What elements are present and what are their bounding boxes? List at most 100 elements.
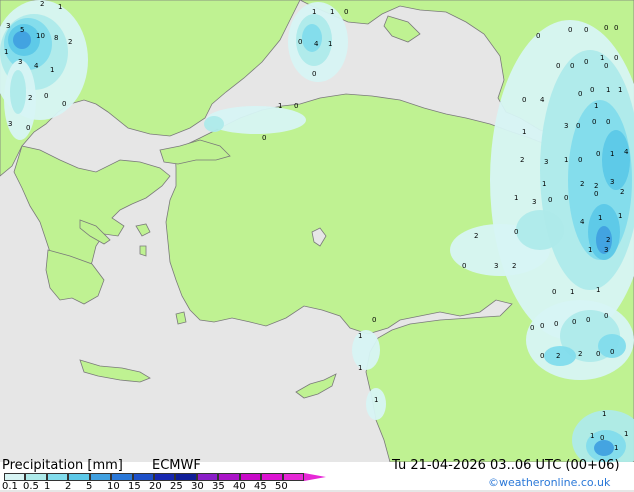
color-scale-tick-label: 30 bbox=[191, 481, 204, 492]
precip-value-label: 3 bbox=[544, 158, 548, 166]
color-scale-segment bbox=[239, 473, 262, 481]
precip-value-label: 2 bbox=[578, 350, 582, 358]
color-scale-tick-label: 45 bbox=[254, 481, 267, 492]
precip-value-label: 0 bbox=[312, 70, 316, 78]
precip-value-label: 1 bbox=[614, 444, 618, 452]
precip-value-label: 1 bbox=[328, 40, 332, 48]
precip-value-label: 0 bbox=[604, 312, 608, 320]
precip-value-label: 0 bbox=[372, 316, 376, 324]
precip-value-label: 0 bbox=[514, 228, 518, 236]
precip-value-label: 0 bbox=[604, 24, 608, 32]
precip-value-label: 1 bbox=[522, 128, 526, 136]
precip-area bbox=[352, 330, 380, 370]
precip-value-label: 1 bbox=[514, 194, 518, 202]
precip-value-label: 0 bbox=[572, 318, 576, 326]
color-scale-segment bbox=[68, 473, 90, 481]
precip-value-label: 1 bbox=[600, 54, 604, 62]
precip-value-label: 3 bbox=[532, 198, 536, 206]
color-scale-segment bbox=[89, 473, 112, 481]
precip-value-label: 4 bbox=[314, 40, 319, 48]
precip-value-label: 0 bbox=[578, 90, 582, 98]
precip-value-label: 0 bbox=[614, 24, 618, 32]
precip-area bbox=[516, 210, 564, 250]
precip-value-label: 2 bbox=[68, 38, 72, 46]
precip-value-label: 0 bbox=[298, 38, 302, 46]
precip-value-label: 1 bbox=[606, 86, 610, 94]
precip-value-label: 1 bbox=[358, 332, 362, 340]
precip-value-label: 0 bbox=[344, 8, 348, 16]
precip-value-label: 0 bbox=[548, 196, 552, 204]
precip-value-label: 0 bbox=[462, 262, 466, 270]
valid-datetime: Tu 21-04-2026 03..06 UTC (00+06) bbox=[392, 458, 620, 473]
precip-area bbox=[366, 388, 386, 420]
precip-value-label: 1 bbox=[358, 364, 362, 372]
precip-value-label: 1 bbox=[564, 156, 568, 164]
precip-value-label: 2 bbox=[620, 188, 624, 196]
precip-area bbox=[204, 116, 224, 132]
precip-value-label: 1 bbox=[594, 102, 598, 110]
precip-value-label: 0 bbox=[564, 194, 568, 202]
precip-area bbox=[602, 130, 630, 190]
credit-text: ©weatheronline.co.uk bbox=[488, 476, 611, 489]
precip-value-label: 4 bbox=[624, 148, 629, 156]
precip-value-label: 0 bbox=[522, 96, 526, 104]
precip-value-label: 1 bbox=[598, 214, 602, 222]
precip-value-label: 1 bbox=[618, 86, 622, 94]
model-name: ECMWF bbox=[152, 458, 201, 473]
color-scale-segment bbox=[175, 473, 197, 481]
color-scale-segment bbox=[25, 473, 47, 481]
precip-value-label: 3 bbox=[564, 122, 568, 130]
precip-value-label: 2 bbox=[512, 262, 516, 270]
precip-value-label: 0 bbox=[62, 100, 66, 108]
precip-value-label: 1 bbox=[610, 150, 614, 158]
precip-value-label: 1 bbox=[542, 180, 546, 188]
precip-value-label: 1 bbox=[590, 432, 594, 440]
color-scale-segment bbox=[132, 473, 154, 481]
precip-value-label: 0 bbox=[610, 348, 614, 356]
precip-value-label: 4 bbox=[34, 62, 39, 70]
precip-value-label: 2 bbox=[606, 236, 610, 244]
precip-value-label: 3 bbox=[18, 58, 22, 66]
precip-value-label: 2 bbox=[520, 156, 524, 164]
precip-value-label: 0 bbox=[584, 26, 588, 34]
precip-value-label: 0 bbox=[606, 118, 610, 126]
precip-value-label: 1 bbox=[312, 8, 316, 16]
color-scale-tick-label: 50 bbox=[275, 481, 288, 492]
precip-value-label: 0 bbox=[262, 134, 266, 142]
precip-value-label: 2 bbox=[594, 182, 598, 190]
color-scale-tick-label: 2 bbox=[65, 481, 72, 492]
precip-value-label: 1 bbox=[278, 102, 282, 110]
precip-value-label: 0 bbox=[44, 92, 48, 100]
precip-value-label: 8 bbox=[54, 34, 58, 42]
footer-bar: Precipitation [mm] ECMWF Tu 21-04-2026 0… bbox=[0, 458, 634, 492]
precip-value-label: 4 bbox=[580, 218, 585, 226]
color-scale-tick-label: 25 bbox=[170, 481, 183, 492]
color-scale-tick-label: 0.1 bbox=[2, 481, 18, 492]
color-scale-tick-label: 15 bbox=[128, 481, 141, 492]
color-scale-segment bbox=[4, 473, 26, 481]
precip-value-label: 0 bbox=[540, 352, 544, 360]
precip-value-label: 3 bbox=[6, 22, 10, 30]
color-scale-segment bbox=[111, 473, 133, 481]
color-scale-segment bbox=[218, 473, 240, 481]
color-scale-segment bbox=[282, 473, 304, 481]
precip-value-label: 2 bbox=[556, 352, 560, 360]
color-scale-arrow bbox=[304, 473, 326, 481]
color-scale-segment bbox=[154, 473, 176, 481]
precip-value-label: 0 bbox=[586, 316, 590, 324]
precip-value-label: 1 bbox=[4, 48, 8, 56]
precip-value-label: 0 bbox=[596, 150, 600, 158]
precip-value-label: 1 bbox=[588, 246, 592, 254]
precip-value-label: 3 bbox=[610, 178, 614, 186]
precip-value-label: 0 bbox=[594, 190, 598, 198]
land-chios bbox=[139, 245, 147, 257]
product-title: Precipitation [mm] bbox=[2, 458, 123, 473]
precipitation-map: 2 13 510 8 213 4 12 003 01 1 00 4 101 0000 0 0 0100 0000 0… bbox=[0, 0, 634, 462]
color-scale-tick-label: 40 bbox=[233, 481, 246, 492]
precip-value-label: 0 bbox=[600, 434, 604, 442]
precip-value-label: 1 bbox=[624, 430, 628, 438]
precip-value-label: 0 bbox=[576, 122, 580, 130]
color-scale-segment bbox=[261, 473, 283, 481]
precip-area bbox=[302, 24, 322, 52]
precip-value-label: 0 bbox=[604, 62, 608, 70]
